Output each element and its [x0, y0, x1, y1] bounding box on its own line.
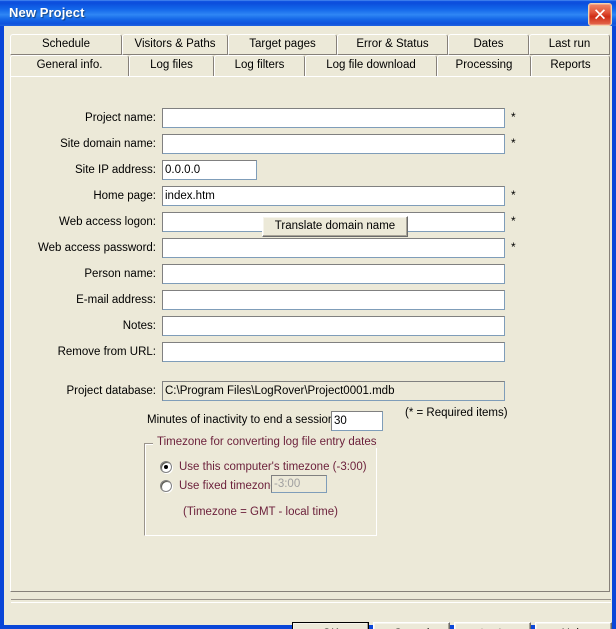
site-domain-name-label: Site domain name:: [60, 138, 156, 150]
timezone-groupbox-title: Timezone for converting log file entry d…: [153, 436, 381, 448]
form-row-site-ip-address: Site IP address:: [11, 161, 156, 182]
radio-label-fixed-timezone: Use fixed timezone: [179, 480, 277, 492]
radio-button-computer-timezone: [160, 461, 172, 473]
radio-selected-dot: [164, 465, 168, 469]
radio-button-fixed-timezone: [160, 480, 172, 492]
radio-use-computer-timezone[interactable]: Use this computer's timezone (-3:00): [160, 458, 367, 476]
footer-separator: [11, 599, 611, 603]
help-button[interactable]: Help: [535, 622, 612, 629]
ok-button[interactable]: OK: [292, 622, 369, 629]
web-access-password-input[interactable]: [162, 238, 505, 258]
inactivity-label: Minutes of inactivity to end a session:: [147, 414, 338, 426]
site-ip-address-label: Site IP address:: [75, 164, 156, 176]
fixed-timezone-input[interactable]: [271, 475, 327, 493]
form-row-web-access-password: Web access password:: [11, 239, 156, 260]
remove-from-url-label: Remove from URL:: [57, 346, 156, 358]
notes-input[interactable]: [162, 316, 505, 336]
web-access-logon-required-marker: *: [511, 214, 516, 228]
new-project-dialog: New Project Schedule Visitors & Paths Targ…: [0, 0, 616, 629]
notes-label: Notes:: [122, 320, 156, 332]
tab-reports[interactable]: Reports: [531, 55, 610, 76]
form-row-site-domain-name: Site domain name:: [11, 135, 156, 156]
tab-general-info[interactable]: General info.: [10, 55, 129, 76]
form-row-project-name: Project name:: [11, 109, 156, 130]
form-row-person-name: Person name:: [11, 265, 156, 286]
cancel-button[interactable]: Cancel: [373, 622, 450, 629]
web-access-password-label: Web access password:: [37, 242, 156, 254]
title-bar: New Project: [0, 0, 616, 26]
form-row-e-mail-address: E-mail address:: [11, 291, 156, 312]
project-database-input[interactable]: [162, 381, 505, 401]
tab-log-files[interactable]: Log files: [129, 55, 214, 76]
window-title: New Project: [9, 5, 85, 20]
tab-last-run[interactable]: Last run: [529, 34, 610, 55]
project-name-input[interactable]: [162, 108, 505, 128]
required-items-note: (* = Required items): [405, 407, 508, 419]
timezone-hint: (Timezone = GMT - local time): [183, 506, 338, 518]
project-name-required-marker: *: [511, 110, 516, 124]
tab-log-file-download[interactable]: Log file download: [305, 55, 437, 76]
person-name-label: Person name:: [84, 268, 156, 280]
radio-label-computer-timezone: Use this computer's timezone (-3:00): [179, 461, 367, 473]
tab-log-filters[interactable]: Log filters: [214, 55, 305, 76]
site-ip-address-input[interactable]: [162, 160, 257, 180]
person-name-input[interactable]: [162, 264, 505, 284]
dialog-client-area: Schedule Visitors & Paths Target pages Erro…: [4, 26, 612, 629]
tab-schedule[interactable]: Schedule: [10, 34, 122, 55]
form-row-remove-from-url: Remove from URL:: [11, 343, 156, 364]
tab-dates[interactable]: Dates: [448, 34, 529, 55]
timezone-groupbox: Timezone for converting log file entry d…: [144, 436, 381, 536]
form-row-home-page: Home page:: [11, 187, 156, 208]
web-access-logon-label: Web access logon:: [59, 216, 156, 228]
translate-domain-name-button[interactable]: Translate domain name: [262, 216, 408, 237]
tab-strip: Schedule Visitors & Paths Target pages Erro…: [10, 34, 610, 76]
apply-button: Apply: [454, 622, 531, 629]
tab-error-status[interactable]: Error & Status: [337, 34, 448, 55]
tab-target-pages[interactable]: Target pages: [228, 34, 337, 55]
remove-from-url-input[interactable]: [162, 342, 505, 362]
screenshot-root: New Project Schedule Visitors & Paths Targ…: [0, 0, 616, 629]
site-domain-name-required-marker: *: [511, 136, 516, 150]
tab-visitors-paths[interactable]: Visitors & Paths: [122, 34, 228, 55]
tab-row-bottom: General info. Log files Log filters Log fil…: [10, 55, 610, 76]
form-row-notes: Notes:: [11, 317, 156, 338]
tab-processing[interactable]: Processing: [437, 55, 531, 76]
web-access-password-required-marker: *: [511, 240, 516, 254]
project-database-label: Project database:: [66, 385, 156, 397]
site-domain-name-input[interactable]: [162, 134, 505, 154]
home-page-required-marker: *: [511, 188, 516, 202]
e-mail-address-input[interactable]: [162, 290, 505, 310]
inactivity-minutes-input[interactable]: [331, 411, 383, 431]
close-button[interactable]: [588, 3, 612, 26]
project-name-label: Project name:: [85, 112, 156, 124]
home-page-input[interactable]: [162, 186, 505, 206]
general-info-panel: Project name: * Site domain name: * Site IP …: [10, 76, 610, 592]
form-row-project-database: Project database:: [11, 382, 156, 403]
close-icon: [595, 9, 605, 20]
home-page-label: Home page:: [93, 190, 156, 202]
form-row-web-access-logon: Web access logon:: [11, 213, 156, 234]
e-mail-address-label: E-mail address:: [76, 294, 156, 306]
radio-use-fixed-timezone[interactable]: Use fixed timezone: [160, 477, 277, 495]
tab-row-top: Schedule Visitors & Paths Target pages Erro…: [10, 34, 610, 55]
